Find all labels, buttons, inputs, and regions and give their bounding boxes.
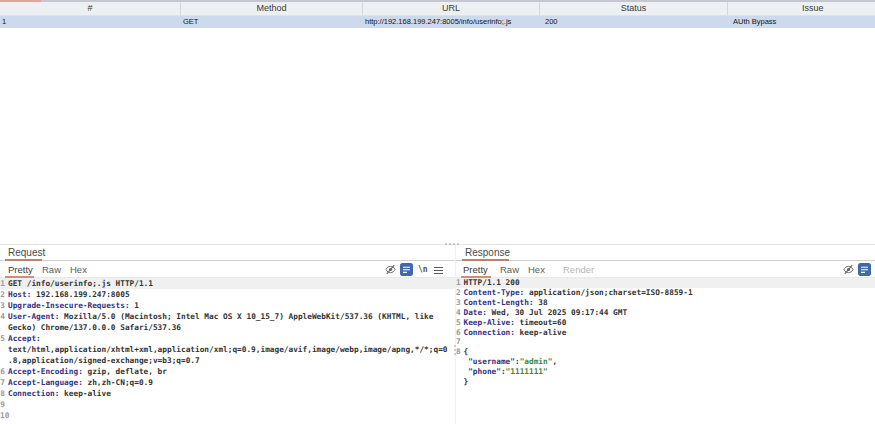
response-line-3: 3Content-Length: 38 — [456, 298, 875, 308]
line-content: Date: Wed, 30 Jul 2025 09:17:44 GMT — [464, 308, 869, 318]
table-row[interactable]: 1 GET http://192.168.199.247:8005/info/u… — [0, 16, 875, 28]
hide-nonprintable-icon[interactable] — [385, 264, 396, 275]
line-content: Connection: keep-alive — [8, 388, 449, 399]
request-tabbar: Request — [0, 245, 455, 261]
results-table-header: # Method URL Status Issue — [0, 2, 875, 16]
request-panel: Request Pretty Raw Hex \n 1GET /info/use… — [0, 245, 455, 424]
line-content — [464, 337, 869, 347]
response-subtabs: Pretty Raw Hex Render — [456, 262, 875, 279]
hide-nonprintable-icon[interactable] — [843, 264, 854, 275]
line-number: 3 — [0, 300, 5, 311]
tab-pretty[interactable]: Pretty — [8, 262, 33, 277]
line-content: Upgrade-Insecure-Requests: 1 — [8, 300, 449, 311]
column-header-issue[interactable]: Issue — [728, 2, 875, 15]
request-line-1: 1GET /info/userinfo;.js HTTP/1.1 — [0, 278, 455, 289]
word-wrap-icon[interactable] — [400, 263, 413, 276]
column-header-num[interactable]: # — [0, 2, 181, 15]
line-content: HTTP/1.1 200 — [464, 278, 869, 288]
line-number — [456, 367, 461, 377]
tab-hex[interactable]: Hex — [70, 262, 87, 277]
response-line-7: 7 — [456, 337, 875, 347]
line-content: Connection: keep-alive — [464, 328, 869, 338]
line-content: Content-Length: 38 — [464, 298, 869, 308]
line-number: 7 — [0, 377, 5, 388]
line-number — [456, 377, 461, 387]
response-line-c10: } — [456, 377, 875, 387]
response-panel: Response Pretty Raw Hex Render 1HTTP/1.1… — [456, 245, 875, 424]
line-number: 5 — [456, 318, 461, 328]
row-issue-cell: AUth Bypass — [728, 16, 875, 28]
column-header-status[interactable]: Status — [540, 2, 728, 15]
column-header-url[interactable]: URL — [363, 2, 540, 15]
request-line-3: 3Upgrade-Insecure-Requests: 1 — [0, 300, 455, 311]
line-content: Accept: text/html,application/xhtml+xml,… — [8, 333, 449, 366]
tab-raw-response[interactable]: Raw — [500, 262, 519, 277]
line-content: Accept-Encoding: gzip, deflate, br — [8, 366, 449, 377]
request-line-4: 4User-Agent: Mozilla/5.0 (Macintosh; Int… — [0, 311, 455, 333]
tab-render-response[interactable]: Render — [563, 262, 594, 277]
line-content: GET /info/userinfo;.js HTTP/1.1 — [8, 278, 449, 289]
request-subtabs: Pretty Raw Hex \n — [0, 262, 455, 279]
line-content: "phone":"1111111" — [464, 367, 869, 377]
row-num-cell: 1 — [0, 16, 181, 28]
line-number: 8 — [456, 347, 461, 357]
line-number: 6 — [0, 366, 5, 377]
line-content: Host: 192.168.199.247:8005 — [8, 289, 449, 300]
response-tabbar: Response — [456, 245, 875, 261]
line-number: 6 — [456, 328, 461, 338]
column-header-method[interactable]: Method — [181, 2, 363, 15]
request-line-2: 2Host: 192.168.199.247:8005 — [0, 289, 455, 300]
response-line-4: 4Date: Wed, 30 Jul 2025 09:17:44 GMT — [456, 308, 875, 318]
response-line-c9: "phone":"1111111" — [456, 367, 875, 377]
request-line-8: 8Connection: keep-alive — [0, 388, 455, 399]
response-line-2: 2Content-Type: application/json;charset=… — [456, 288, 875, 298]
tab-hex-response[interactable]: Hex — [528, 262, 545, 277]
line-number: 9 — [0, 399, 5, 410]
line-number: 3 — [456, 298, 461, 308]
row-status-cell: 200 — [540, 16, 728, 28]
response-line-6: 6Connection: keep-alive — [456, 328, 875, 338]
response-line-8: 8{ — [456, 347, 875, 357]
line-content: } — [464, 377, 869, 387]
request-editor[interactable]: 1GET /info/userinfo;.js HTTP/1.12Host: 1… — [0, 278, 455, 424]
line-content: "username":"admin", — [464, 357, 869, 367]
request-line-10: 10 — [0, 410, 455, 421]
line-number: 4 — [0, 311, 5, 333]
tab-pretty-response[interactable]: Pretty — [463, 262, 488, 277]
line-number: 7 — [456, 337, 461, 347]
line-content: Accept-Language: zh,zh-CN;q=0.9 — [8, 377, 449, 388]
line-number: 2 — [0, 289, 5, 300]
editor-menu-icon[interactable] — [434, 267, 443, 274]
line-number: 1 — [0, 278, 5, 289]
response-line-1: 1HTTP/1.1 200 — [456, 278, 875, 288]
tab-raw[interactable]: Raw — [42, 262, 61, 277]
request-line-9: 9 — [0, 399, 455, 410]
row-url-cell: http://192.168.199.247:8005/info/userinf… — [363, 16, 540, 28]
line-content — [8, 410, 449, 421]
line-content: Keep-Alive: timeout=60 — [464, 318, 869, 328]
line-content: { — [464, 347, 869, 357]
line-number: 10 — [0, 410, 5, 421]
line-number: 2 — [456, 288, 461, 298]
line-content: User-Agent: Mozilla/5.0 (Macintosh; Inte… — [8, 311, 449, 333]
response-editor[interactable]: 1HTTP/1.1 2002Content-Type: application/… — [456, 278, 875, 424]
line-number: 5 — [0, 333, 5, 366]
line-content — [8, 399, 449, 410]
line-content: Content-Type: application/json;charset=I… — [464, 288, 869, 298]
line-number — [456, 357, 461, 367]
request-line-7: 7Accept-Language: zh,zh-CN;q=0.9 — [0, 377, 455, 388]
response-line-c8: "username":"admin", — [456, 357, 875, 367]
line-number: 8 — [0, 388, 5, 399]
line-number: 1 — [456, 278, 461, 288]
line-number: 4 — [456, 308, 461, 318]
row-method-cell: GET — [181, 16, 363, 28]
request-line-5: 5Accept: text/html,application/xhtml+xml… — [0, 333, 455, 366]
response-line-5: 5Keep-Alive: timeout=60 — [456, 318, 875, 328]
newline-toggle-icon[interactable]: \n — [418, 262, 428, 278]
word-wrap-icon[interactable] — [858, 263, 871, 276]
request-line-6: 6Accept-Encoding: gzip, deflate, br — [0, 366, 455, 377]
